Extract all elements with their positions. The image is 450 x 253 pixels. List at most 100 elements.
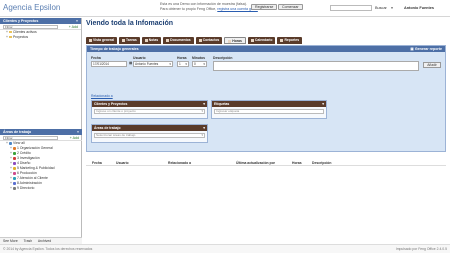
- powered-by-text[interactable]: Impulsado por Feng Office 2.4.0.5: [396, 247, 447, 251]
- tab-label: Documentos: [170, 38, 191, 42]
- add-time-button[interactable]: Añadir: [423, 62, 441, 68]
- tree-label: 6 Producción: [17, 171, 37, 175]
- tab-label: Calendario: [254, 38, 273, 42]
- column-header-descripcion[interactable]: Descripción: [312, 161, 331, 165]
- minutes-value: 0: [194, 62, 196, 66]
- tab-documentos[interactable]: Documentos: [163, 37, 194, 44]
- tab-label: Vista general: [93, 38, 115, 42]
- tags-box: Etiquetas ▾ Ingresar etiqueta: [211, 100, 327, 119]
- tree-label: Proyectos: [13, 35, 29, 39]
- tree-label: 5 Marketing & Publicidad: [17, 166, 55, 170]
- left-panel: Clientes y Proyectos « Filtrar + Add + Cl…: [0, 18, 82, 244]
- tree-label: 1 Organización General: [17, 146, 53, 150]
- calendar-icon[interactable]: ▦: [129, 61, 132, 65]
- tab-icon: [89, 38, 92, 42]
- workspaces-section: Áreas de trabajo « Filtrar + Add + View a…: [0, 129, 82, 191]
- time-table-header: Fecha Usuario Relacionado a Última actua…: [86, 159, 446, 166]
- main-content: Viendo toda la Infomación Vista general …: [83, 18, 450, 244]
- box-header: Áreas de trabajo ▾: [92, 125, 207, 131]
- register-button[interactable]: Registrarse: [251, 4, 278, 10]
- column-header-ultima-actualizacion[interactable]: Última actualización por: [236, 161, 275, 165]
- hours-label: Horas: [177, 56, 187, 60]
- tree-label: 2 Crédito: [17, 151, 31, 155]
- input-placeholder: Ingresar etiqueta: [216, 109, 240, 113]
- tree-item-workspace[interactable]: +9 Directorio: [0, 186, 82, 191]
- chevron-down-icon: ▾: [185, 62, 187, 66]
- tab-icon: [250, 38, 254, 42]
- workspace-color-icon: [13, 171, 16, 175]
- chevron-down-icon: ▾: [203, 62, 205, 66]
- see-more-link[interactable]: See More: [3, 239, 18, 243]
- description-input[interactable]: [213, 61, 419, 71]
- box-header: Etiquetas ▾: [212, 101, 326, 107]
- tab-tareas[interactable]: Tareas: [119, 37, 140, 44]
- archived-link[interactable]: Archived: [38, 239, 51, 243]
- workspace-color-icon: [13, 156, 16, 160]
- filter-input[interactable]: Filtrar: [3, 25, 58, 29]
- chevron-down-icon[interactable]: ▾: [389, 5, 395, 11]
- search-input[interactable]: [330, 5, 372, 11]
- workspace-color-icon: [13, 151, 16, 155]
- tab-icon: [198, 38, 202, 42]
- minutes-label: Minutos: [192, 56, 205, 60]
- column-header-relacionado[interactable]: Relacionado a: [168, 161, 191, 165]
- chevron-down-icon[interactable]: ▾: [322, 101, 324, 107]
- workspace-input[interactable]: Seleccionar áreas de trabajo ▾: [94, 133, 205, 138]
- tab-label: Horas: [232, 39, 242, 43]
- tab-icon: [228, 39, 232, 43]
- start-button[interactable]: Comenzar: [278, 4, 303, 10]
- export-label: Generar reporte: [414, 47, 442, 51]
- search-label[interactable]: Buscar: [375, 6, 387, 10]
- demo-notice: Esta es una Demo con información de mues…: [160, 2, 258, 12]
- column-header-fecha[interactable]: Fecha: [92, 161, 102, 165]
- brand-title[interactable]: Agencia Epsilon: [3, 3, 60, 12]
- workspace-color-icon: [13, 161, 16, 165]
- folder-icon: [9, 30, 12, 34]
- workspace-color-icon: [9, 141, 12, 145]
- tab-vista-general[interactable]: Vista general: [86, 37, 118, 44]
- tag-input[interactable]: Ingresar etiqueta: [214, 109, 324, 114]
- input-placeholder: Ingrese un cliente o proyecto: [96, 109, 136, 113]
- hours-select[interactable]: 1 ▾: [177, 61, 189, 67]
- date-label: Fecha: [91, 56, 101, 60]
- top-header: Agencia Epsilon Esta es una Demo con inf…: [0, 0, 450, 17]
- tree-label: 4 Diseño: [17, 161, 31, 165]
- column-header-horas[interactable]: Horas: [292, 161, 302, 165]
- section-title: Clientes y Proyectos: [3, 19, 39, 23]
- box-header: Clientes y Proyectos ▾: [92, 101, 207, 107]
- tab-horas[interactable]: Horas: [224, 37, 246, 44]
- user-label: Usuario: [133, 56, 146, 60]
- user-name[interactable]: Antonio Fuentes: [404, 6, 434, 10]
- tree-label: Clientes activos: [13, 30, 37, 34]
- column-header-usuario[interactable]: Usuario: [116, 161, 129, 165]
- add-label: Add: [72, 136, 79, 140]
- date-input[interactable]: 17/01/2014: [91, 61, 127, 67]
- tab-notas[interactable]: Notas: [141, 37, 162, 44]
- hours-value: 1: [179, 62, 181, 66]
- tab-label: Notas: [148, 38, 159, 42]
- box-title: Clientes y Proyectos: [94, 102, 128, 106]
- chevron-down-icon[interactable]: ▾: [203, 101, 205, 107]
- demo-line-2: Para obtener tu propio Feng Office, regi…: [160, 7, 258, 12]
- minutes-select[interactable]: 0 ▾: [192, 61, 207, 67]
- related-to-link[interactable]: Relacionado a: [91, 94, 113, 98]
- user-select[interactable]: Antonio Fuentes ▾: [133, 61, 173, 67]
- client-project-input[interactable]: Ingrese un cliente o proyecto ▾: [94, 109, 205, 114]
- description-label: Descripción: [213, 56, 233, 60]
- chevron-down-icon[interactable]: ▾: [203, 125, 205, 131]
- folder-icon: [9, 35, 12, 39]
- workspace-color-icon: [13, 186, 16, 190]
- tab-label: Contactos: [202, 38, 220, 42]
- page-title: Viendo toda la Infomación: [86, 20, 173, 27]
- tab-contactos[interactable]: Contactos: [195, 37, 223, 44]
- workspaces-list: + View all +1 Organización General +2 Crédi…: [0, 141, 82, 191]
- time-entry-panel: Tiempo de trabajo generales ▣ Generar re…: [86, 45, 446, 152]
- tree-item-proyectos[interactable]: + Proyectos: [0, 35, 81, 40]
- add-label: Add: [71, 25, 78, 29]
- trash-link[interactable]: Trash: [24, 239, 33, 243]
- tree-label: 8 Administración: [17, 181, 42, 185]
- filter-input[interactable]: Filtrar: [3, 136, 58, 140]
- tab-calendario[interactable]: Calendario: [247, 37, 276, 44]
- tab-reportes[interactable]: Reportes: [277, 37, 303, 44]
- export-report-link[interactable]: ▣ Generar reporte: [410, 46, 442, 52]
